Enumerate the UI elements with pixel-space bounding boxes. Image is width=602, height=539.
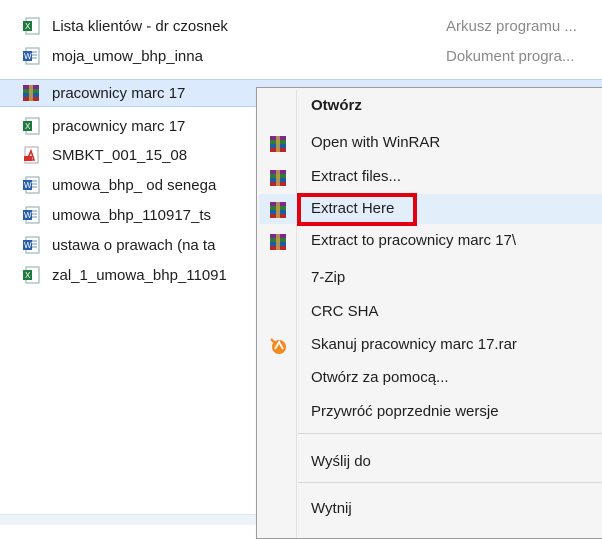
file-name: moja_umow_bhp_inna <box>52 47 203 65</box>
menu-item-restore-versions[interactable]: Przywróć poprzednie wersje <box>259 397 602 427</box>
menu-item-label: Skanuj pracownicy marc 17.rar <box>311 336 517 353</box>
file-name: pracownicy marc 17 <box>52 117 186 135</box>
menu-item-label: Extract to pracownicy marc 17\ <box>311 232 517 249</box>
menu-item-7zip[interactable]: 7-Zip <box>259 263 602 293</box>
menu-item-cut[interactable]: Wytnij <box>259 494 602 524</box>
menu-item-label: Otwórz <box>311 97 362 114</box>
word-icon: W <box>23 206 40 224</box>
menu-item-extract-files[interactable]: Extract files... <box>259 162 602 192</box>
file-type: Arkusz programu ... <box>446 17 577 35</box>
file-type: Dokument progra... <box>446 47 575 65</box>
menu-item-crc-sha[interactable]: CRC SHA <box>259 297 602 327</box>
menu-item-open[interactable]: Otwórz <box>259 91 602 121</box>
winrar-icon <box>270 136 286 152</box>
excel-icon: X <box>23 266 40 284</box>
svg-text:W: W <box>24 52 32 61</box>
pdf-icon <box>24 146 39 164</box>
menu-separator <box>298 482 602 483</box>
avast-icon <box>270 338 286 354</box>
menu-item-send-to[interactable]: Wyślij do <box>259 447 602 477</box>
menu-item-label: Przywróć poprzednie wersje <box>311 403 499 420</box>
svg-text:W: W <box>24 211 32 220</box>
file-name: SMBKT_001_15_08 <box>52 146 188 164</box>
word-icon: W <box>23 236 40 254</box>
file-name: pracownicy marc 17 <box>52 84 186 102</box>
file-name: ustawa o prawach (na ta <box>52 236 216 254</box>
annotation-highlight-box <box>297 193 417 226</box>
context-menu: Otwórz Open with WinRAR Extract files...… <box>256 87 602 539</box>
file-name: zal_1_umowa_bhp_11091 <box>52 266 227 284</box>
file-name: umowa_bhp_ od senega <box>52 176 217 194</box>
svg-text:X: X <box>25 22 31 31</box>
menu-item-open-with[interactable]: Otwórz za pomocą... <box>259 363 602 393</box>
svg-text:W: W <box>24 181 32 190</box>
menu-separator <box>298 433 602 434</box>
winrar-icon <box>23 85 39 101</box>
menu-item-label: Wyślij do <box>311 453 371 470</box>
menu-item-label: Extract files... <box>311 168 402 185</box>
menu-item-label: Wytnij <box>311 500 352 517</box>
menu-item-label: CRC SHA <box>311 303 379 320</box>
menu-item-label: Open with WinRAR <box>311 134 441 151</box>
excel-icon: X <box>23 17 40 35</box>
winrar-icon <box>270 170 286 186</box>
svg-text:X: X <box>25 271 31 280</box>
menu-item-extract-to[interactable]: Extract to pracownicy marc 17\ <box>259 226 602 256</box>
file-name: Lista klientów - dr czosnek <box>52 17 228 35</box>
file-row[interactable]: X Lista klientów - dr czosnek Arkusz pro… <box>0 12 602 40</box>
winrar-icon <box>270 234 286 250</box>
word-icon: W <box>23 176 40 194</box>
menu-item-scan-avast[interactable]: Skanuj pracownicy marc 17.rar <box>259 330 602 360</box>
file-name: umowa_bhp_110917_ts <box>52 206 212 224</box>
word-icon: W <box>23 47 40 65</box>
winrar-icon <box>270 202 286 218</box>
menu-item-label: Otwórz za pomocą... <box>311 369 449 386</box>
excel-icon: X <box>23 117 40 135</box>
file-row[interactable]: W moja_umow_bhp_inna Dokument progra... <box>0 42 602 70</box>
svg-text:X: X <box>25 122 31 131</box>
svg-text:W: W <box>24 241 32 250</box>
menu-item-open-with-winrar[interactable]: Open with WinRAR <box>259 128 602 158</box>
menu-item-label: 7-Zip <box>311 269 346 286</box>
horizontal-scrollbar[interactable] <box>0 514 262 525</box>
